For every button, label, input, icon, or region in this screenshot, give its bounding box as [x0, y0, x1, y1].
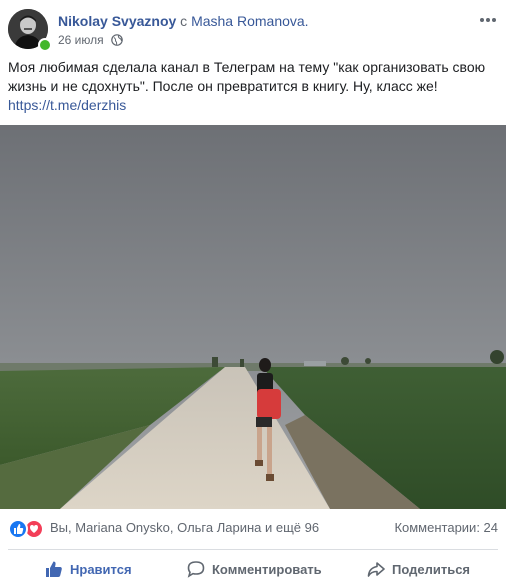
reactions-bar: Вы, Mariana Onysko, Ольга Ларина и ещё 9… — [8, 517, 498, 541]
like-button[interactable]: Нравится — [44, 553, 132, 585]
tagged-user[interactable]: Masha Romanova. — [191, 13, 309, 29]
post-actions: Нравится Комментировать Поделиться — [0, 553, 506, 587]
actions-divider — [8, 549, 498, 550]
thumbs-up-icon — [46, 561, 62, 577]
like-label: Нравится — [70, 561, 132, 577]
comment-label: Комментировать — [212, 561, 322, 577]
share-icon — [367, 562, 385, 577]
with-word: с — [180, 13, 188, 29]
post-meta: 26 июля — [58, 32, 123, 50]
post-text: Моя любимая сделала канал в Телеграм на … — [8, 58, 494, 115]
post-photo[interactable] — [0, 125, 506, 509]
post-link[interactable]: https://t.me/derzhis — [8, 96, 494, 115]
post-date[interactable]: 26 июля — [58, 33, 104, 47]
post-text-line-1: Моя любимая сделала канал в Телеграм на … — [8, 59, 486, 75]
post-header: Nikolay Svyaznoy с Masha Romanova. 26 ию… — [0, 0, 506, 54]
post-text-line-2: жизнь и не сдохнуть". После он превратит… — [8, 78, 438, 94]
comment-button[interactable]: Комментировать — [186, 553, 322, 585]
author-name[interactable]: Nikolay Svyaznoy — [58, 13, 176, 29]
author-line: Nikolay Svyaznoy с Masha Romanova. — [58, 12, 309, 30]
share-button[interactable]: Поделиться — [366, 553, 470, 585]
more-options-icon[interactable] — [478, 10, 498, 30]
share-label: Поделиться — [392, 561, 471, 577]
globe-icon[interactable] — [111, 34, 123, 50]
online-status-dot — [38, 38, 52, 52]
comments-count[interactable]: Комментарии: 24 — [394, 520, 498, 535]
reaction-icons[interactable] — [8, 519, 48, 539]
reactions-summary[interactable]: Вы, Mariana Onysko, Ольга Ларина и ещё 9… — [50, 520, 319, 535]
comment-icon — [187, 561, 205, 578]
